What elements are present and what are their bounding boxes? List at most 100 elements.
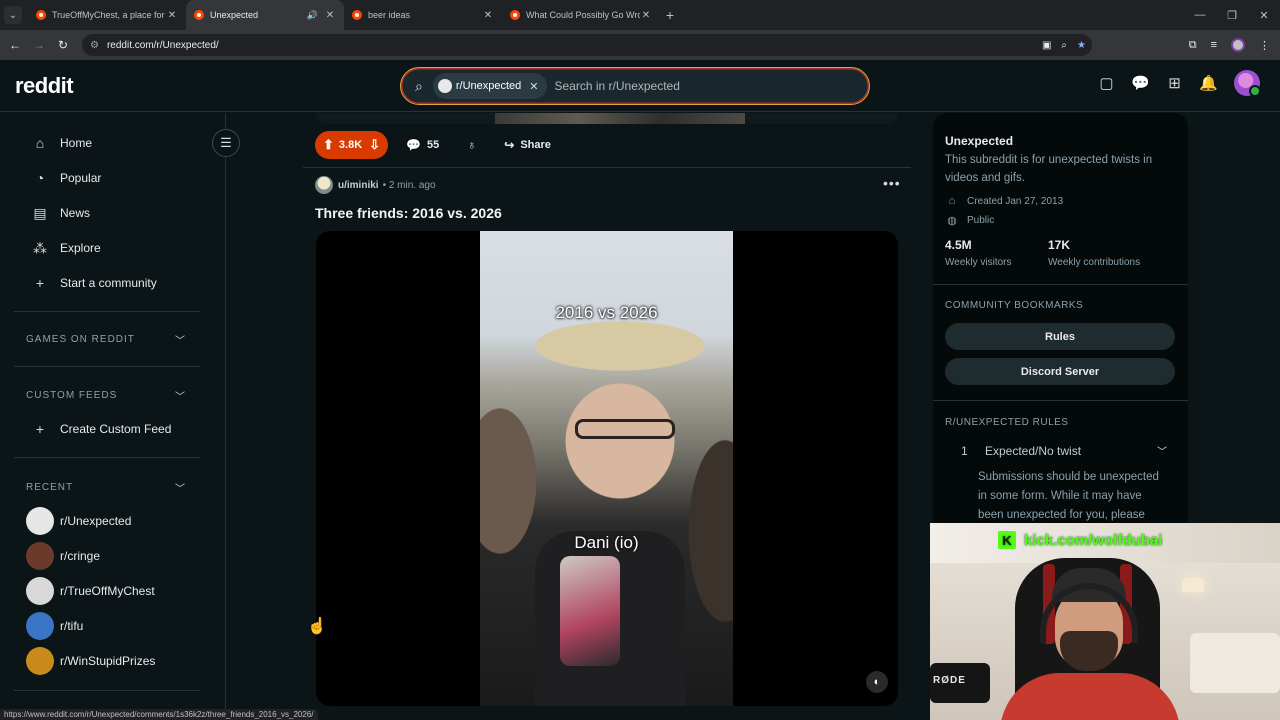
created-text: Created Jan 27, 2013 [967,195,1064,207]
vote-button[interactable]: ⬆ 3.8K ⇩ [315,131,389,159]
browser-menu-icon[interactable]: ⋮ [1259,39,1270,52]
browser-tab-active[interactable]: Unexpected 🔊 ✕ [186,0,344,30]
post-author[interactable]: u/iminiki [338,180,379,191]
close-tab-icon[interactable]: ✕ [166,10,178,21]
mouse-cursor-icon: ☝ [307,618,327,635]
visibility-row: ◍ Public [945,212,994,228]
video-subject [535,531,685,706]
subreddit-avatar [26,507,54,535]
tab-title: TrueOffMyChest, a place for pe [52,10,166,20]
rules-bookmark-button[interactable]: Rules [945,323,1175,350]
recent-section-header[interactable]: RECENT ﹀ [26,480,186,495]
browser-tab[interactable]: What Could Possibly Go Wrong ✕ [502,0,660,30]
subreddit-search-chip[interactable]: r/Unexpected ✕ [432,73,547,99]
post-video-player[interactable]: 2016 vs 2026 Dani (io) ◐ [316,231,898,706]
reddit-favicon-icon [510,10,520,20]
remove-chip-icon[interactable]: ✕ [529,80,538,93]
reddit-logo[interactable]: reddit [15,73,74,99]
recent-item-trueoffmychest[interactable]: r/TrueOffMyChest [26,577,155,605]
user-avatar[interactable] [1234,70,1261,97]
cast-icon[interactable]: ▣ [1042,40,1051,51]
window-controls: — ❐ ✕ [1184,0,1280,30]
bookmark-star-icon[interactable]: ★ [1077,40,1086,51]
tab-search-icon[interactable]: ⌄ [4,6,22,24]
award-button[interactable]: ♁ [457,131,486,159]
notifications-bell-icon[interactable]: 🔔 [1199,75,1218,92]
collapse-sidebar-button[interactable]: ☰ [212,129,240,157]
audio-playing-icon[interactable]: 🔊 [307,10,318,21]
community-name: Unexpected [945,134,1014,148]
recent-item-cringe[interactable]: r/cringe [26,542,100,570]
restore-icon[interactable]: ❐ [1216,0,1248,30]
award-icon: ♁ [467,138,477,152]
close-tab-icon[interactable]: ✕ [482,10,494,21]
profile-avatar[interactable] [1231,38,1245,52]
previous-post-media[interactable] [315,113,898,124]
author-avatar[interactable] [315,176,333,194]
section-label: RECENT [26,482,74,493]
create-custom-feed-button[interactable]: + Create Custom Feed [32,419,171,439]
kick-url: kick.com/wolfdubai [1024,531,1163,549]
reddit-favicon-icon [194,10,204,20]
comments-button[interactable]: 💬 55 [396,131,449,159]
comment-icon: 💬 [406,138,422,152]
reddit-header: reddit ⌕ r/Unexpected ✕ Search in r/Unex… [0,60,1280,112]
more-options-icon[interactable]: ••• [883,175,901,191]
subreddit-avatar [26,577,54,605]
sidebar-item-start-community[interactable]: + Start a community [32,273,157,293]
upvote-icon[interactable]: ⬆ [323,137,334,153]
sidebar-item-explore[interactable]: ⁂ Explore [32,238,101,258]
sidebar-item-home[interactable]: ⌂ Home [32,133,92,153]
video-frame[interactable]: 2016 vs 2026 Dani (io) [480,231,733,706]
previous-post-actions: ⬆ 3.8K ⇩ 💬 55 ♁ ↪ Share [315,131,561,159]
zoom-icon[interactable]: ⌕ [1061,40,1067,51]
forward-arrow-icon[interactable]: → [27,38,51,52]
close-tab-icon[interactable]: ✕ [324,10,336,21]
stat-label: Weekly contributions [1048,257,1141,268]
chat-icon[interactable]: 💬 [1131,75,1150,92]
discord-bookmark-button[interactable]: Discord Server [945,358,1175,385]
minimize-icon[interactable]: — [1184,0,1216,30]
games-section-header[interactable]: GAMES ON REDDIT ﹀ [26,332,186,347]
volume-icon[interactable]: ◐ [866,671,888,693]
chip-label: r/Unexpected [455,80,522,92]
recent-item-label: r/cringe [60,549,101,563]
search-bar[interactable]: ⌕ r/Unexpected ✕ Search in r/Unexpected [400,67,870,105]
close-tab-icon[interactable]: ✕ [640,10,652,21]
video-caption-mid: Dani (io) [574,533,639,552]
streamer-webcam: RØDE K kick.com/wolfdubai [930,523,1280,720]
url-text[interactable]: reddit.com/r/Unexpected/ [107,40,219,51]
kick-logo-icon: K [998,531,1016,549]
search-input[interactable]: Search in r/Unexpected [555,79,680,93]
back-arrow-icon[interactable]: ← [3,38,27,52]
recent-item-label: r/TrueOffMyChest [60,584,155,598]
new-tab-button[interactable]: + [660,7,680,23]
sidebar-item-popular[interactable]: ◔ Popular [32,168,102,188]
recent-item-winstupidprizes[interactable]: r/WinStupidPrizes [26,647,155,675]
post-title[interactable]: Three friends: 2016 vs. 2026 [315,205,502,221]
extensions-icon[interactable]: ⧉ [1189,39,1197,52]
section-label: GAMES ON REDDIT [26,334,135,345]
sidebar-item-news[interactable]: ▤ News [32,203,90,223]
recent-item-tifu[interactable]: r/tifu [26,612,83,640]
recent-item-unexpected[interactable]: r/Unexpected [26,507,131,535]
advertise-icon[interactable]: ▢ [1098,75,1115,92]
sidebar-item-label: Explore [60,241,101,255]
create-post-icon[interactable]: ⊞ [1166,75,1183,92]
reload-icon[interactable]: ↻ [51,38,75,52]
rule-item[interactable]: 1 Expected/No twist ﹀ [961,443,1167,459]
browser-tab[interactable]: TrueOffMyChest, a place for pe ✕ [28,0,186,30]
address-bar[interactable]: ⚙ reddit.com/r/Unexpected/ ▣ ⌕ ★ [82,34,1092,56]
divider [933,400,1188,401]
share-button[interactable]: ↪ Share [494,131,561,159]
downvote-icon[interactable]: ⇩ [369,137,380,153]
subreddit-avatar [437,79,452,93]
tab-title: What Could Possibly Go Wrong [526,10,640,20]
site-settings-icon[interactable]: ⚙ [90,40,99,51]
media-controls-icon[interactable]: ≡ [1211,39,1217,51]
subreddit-avatar [26,612,54,640]
chevron-down-icon[interactable]: ﹀ [1157,443,1167,458]
browser-tab[interactable]: beer ideas ✕ [344,0,502,30]
close-window-icon[interactable]: ✕ [1248,0,1280,30]
custom-feeds-section-header[interactable]: CUSTOM FEEDS ﹀ [26,388,186,403]
